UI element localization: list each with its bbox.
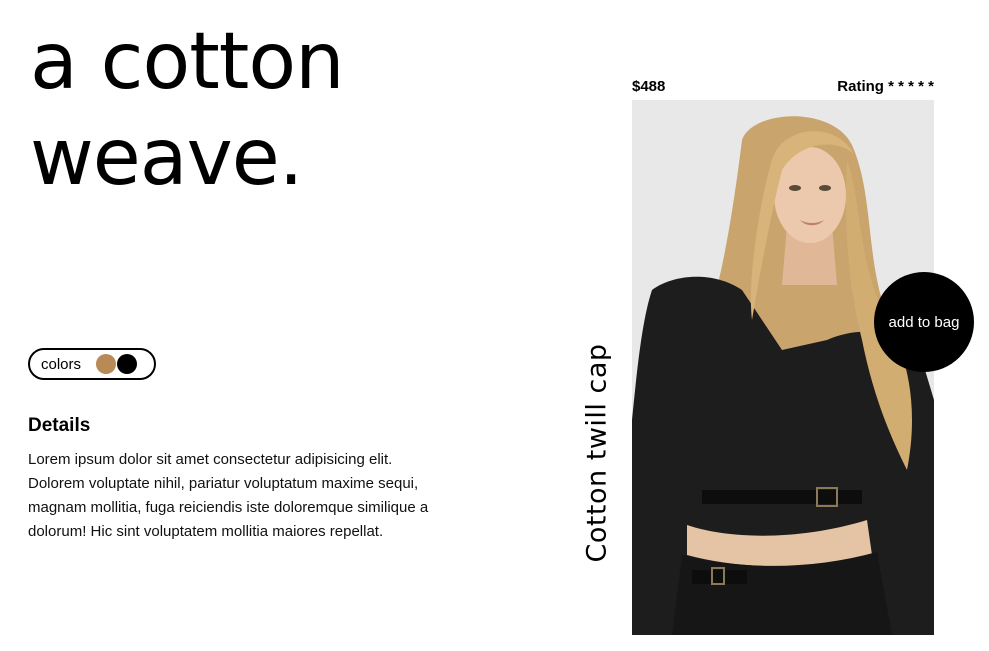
rating-label: Rating [837,78,884,95]
color-swatch-black[interactable] [117,354,138,374]
product-image [632,100,934,635]
product-price: $488 [632,78,666,95]
rating-stars: * * * * * [888,78,934,95]
details-heading: Details [28,415,91,436]
details-body: Lorem ipsum dolor sit amet consectetur a… [28,451,429,540]
color-swatch-tan[interactable] [96,354,117,374]
add-to-bag-button[interactable]: add to bag [874,272,974,372]
colors-label: colors [41,355,82,373]
colors-selector[interactable]: colors [28,348,156,380]
hero-title-line-2: weave. [30,113,304,203]
product-name: Cotton twill cap [581,343,613,563]
product-name-wrap: Cotton twill cap [574,343,620,563]
product-rating: Rating * * * * * [780,78,934,95]
hero-title-line-1: a cotton [30,17,345,107]
model-photo-icon [632,100,934,635]
hero-title: a cotton weave. [30,14,590,206]
